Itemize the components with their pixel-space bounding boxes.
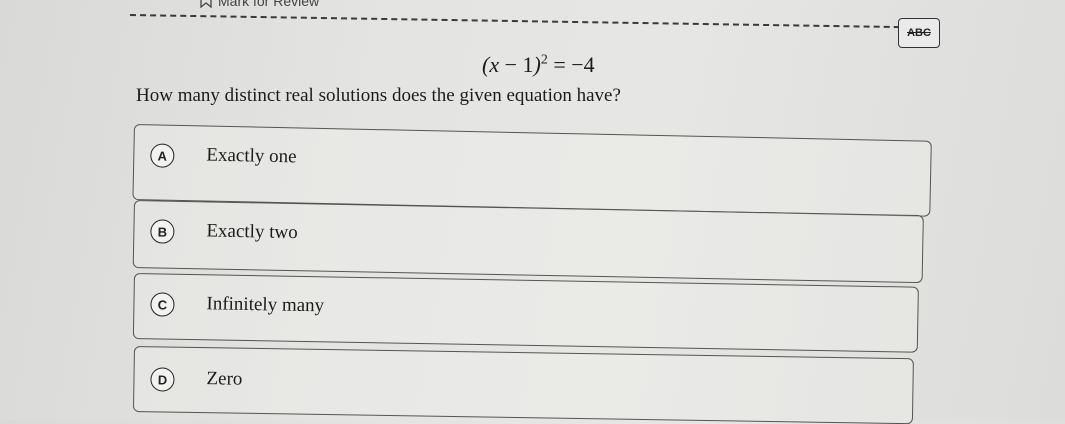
eq-variable: x xyxy=(489,52,500,77)
choice-b[interactable]: B Exactly two xyxy=(132,200,924,284)
eq-one: 1 xyxy=(522,52,534,77)
answer-eliminator-button[interactable]: ABC xyxy=(898,18,940,48)
choice-text-c: Infinitely many xyxy=(206,293,325,317)
choice-text-d: Zero xyxy=(206,368,243,390)
mark-for-review-button[interactable]: Mark for Review xyxy=(200,0,319,9)
choice-letter-d: D xyxy=(150,367,175,392)
eq-equals: = xyxy=(553,52,566,77)
question-prompt: How many distinct real solutions does th… xyxy=(136,85,621,106)
choice-letter-b: B xyxy=(150,219,175,244)
mark-for-review-label: Mark for Review xyxy=(218,0,320,9)
choice-letter-a: A xyxy=(150,143,175,168)
abc-label: ABC xyxy=(907,27,931,39)
choice-text-b: Exactly two xyxy=(206,220,298,244)
bookmark-flag-icon xyxy=(200,0,212,8)
choice-text-a: Exactly one xyxy=(206,144,297,168)
eq-minus: − xyxy=(504,52,518,77)
eq-rhs: −4 xyxy=(571,52,595,77)
header-divider xyxy=(129,14,930,29)
question-equation: (x − 1)2 = −4 xyxy=(482,52,595,77)
choice-d[interactable]: D Zero xyxy=(132,346,914,424)
eq-exponent: 2 xyxy=(540,52,548,68)
choice-letter-c: C xyxy=(150,292,175,317)
choice-c[interactable]: C Infinitely many xyxy=(132,273,919,353)
